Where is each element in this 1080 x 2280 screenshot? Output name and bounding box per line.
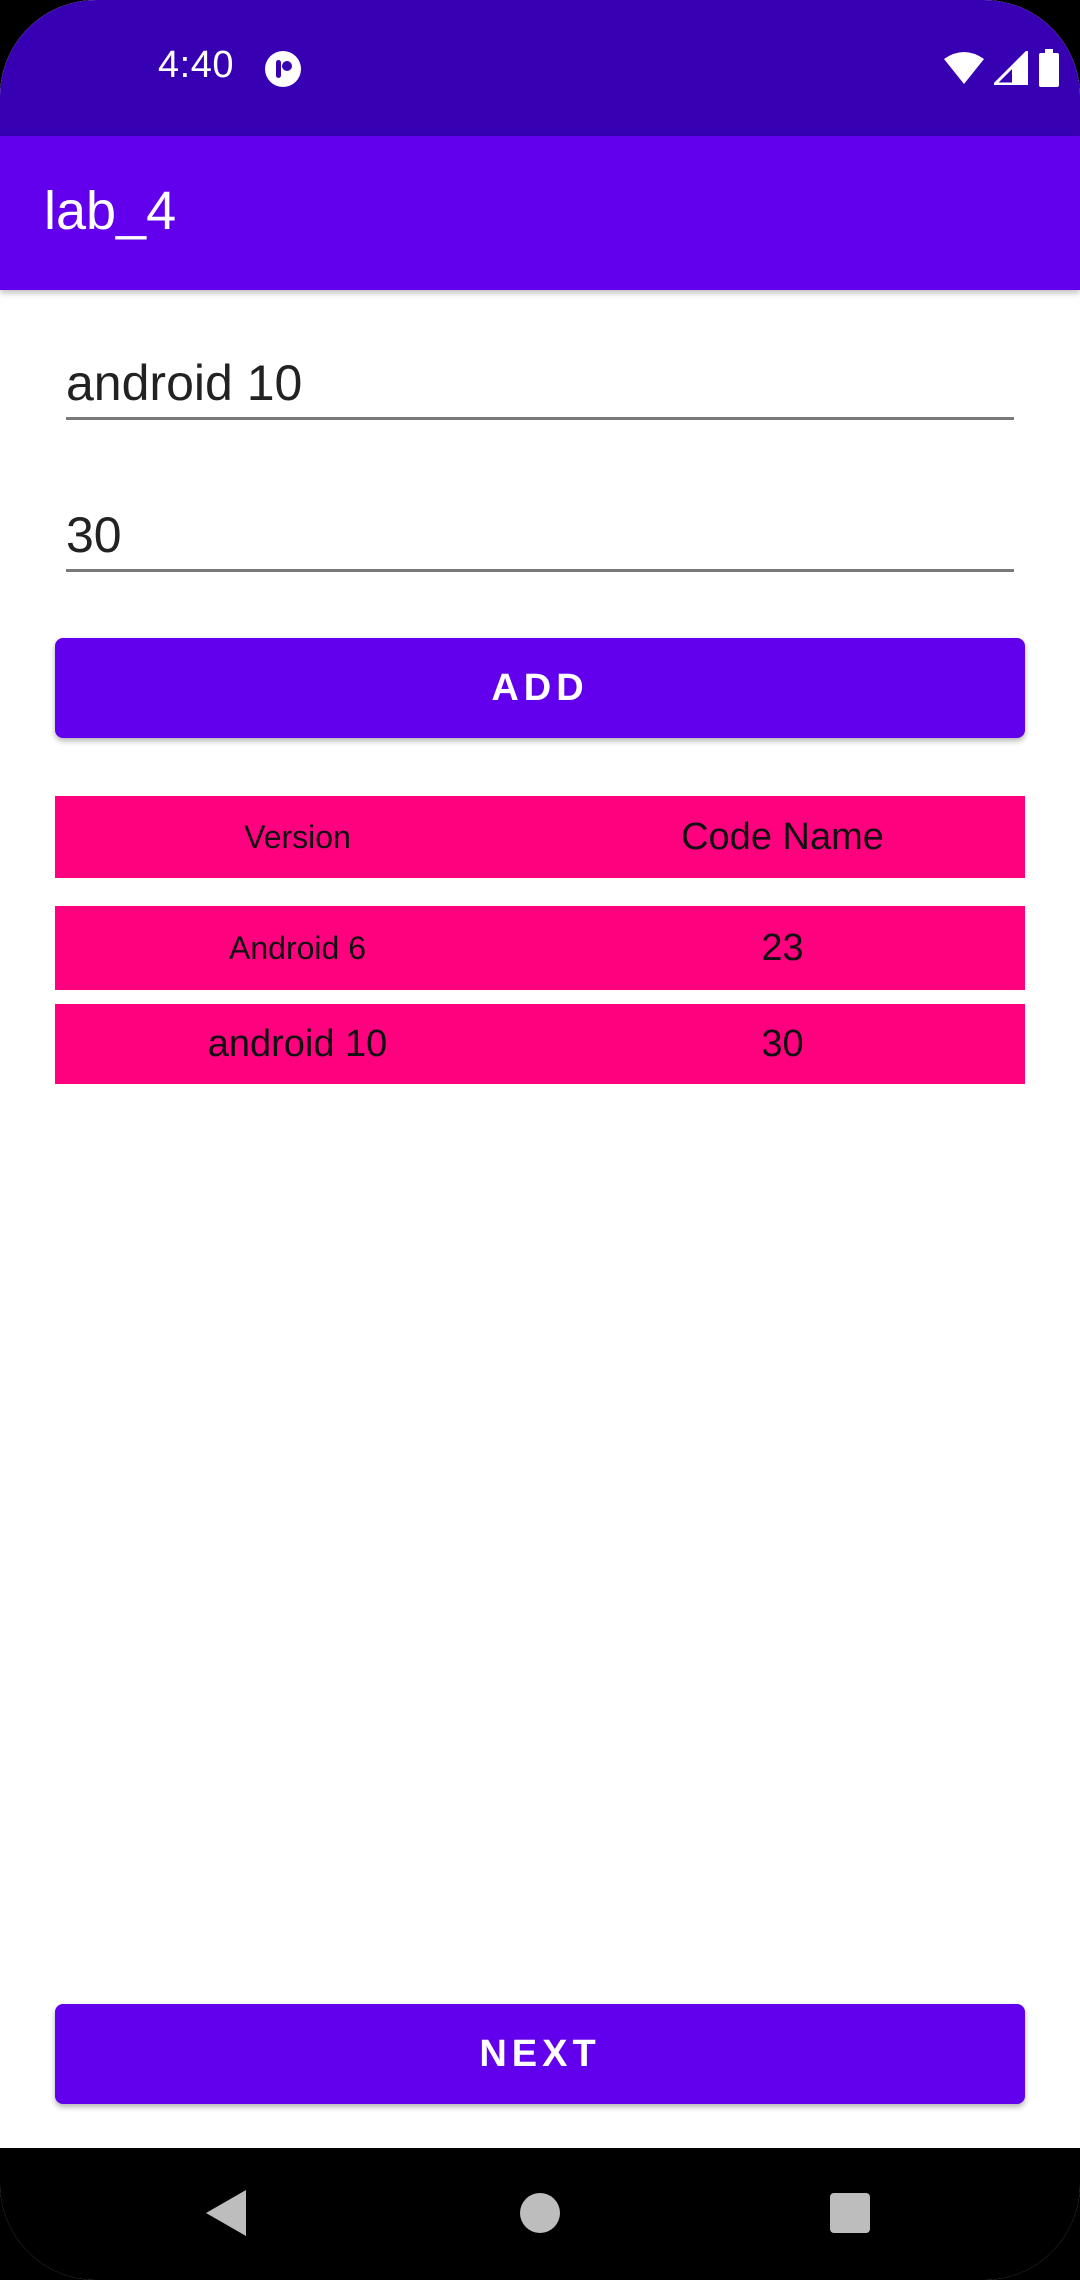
row-code: 30 [761,1022,804,1065]
header-version: Version [244,818,351,855]
row-code: 23 [761,926,804,969]
table-row: android 10 30 [55,1004,1025,1084]
version-field[interactable] [66,330,1014,420]
back-icon[interactable] [204,2188,248,2238]
status-bar: 4:40 [0,0,1080,136]
version-input[interactable] [66,330,1014,417]
header-code-name: Code Name [681,815,884,858]
signal-icon [994,51,1028,85]
add-button[interactable]: ADD [55,638,1025,738]
status-time: 4:40 [158,44,234,86]
notification-icon [265,51,301,87]
home-icon[interactable] [518,2188,562,2238]
table-row: Android 6 23 [55,906,1025,990]
table-header-row: Version Code Name [55,796,1025,878]
navigation-bar [0,2148,1080,2280]
code-input[interactable] [66,482,1014,569]
recents-icon[interactable] [828,2188,872,2238]
app-bar: lab_4 [0,136,1080,290]
battery-icon [1039,49,1059,87]
row-version: Android 6 [229,929,366,966]
phone-screen: 4:40 lab_4 ADD Version [0,0,1080,2280]
wifi-icon [944,52,984,84]
next-button[interactable]: NEXT [55,2004,1025,2104]
row-version: android 10 [207,1022,388,1065]
app-title: lab_4 [44,181,177,241]
code-field[interactable] [66,482,1014,572]
status-icons [944,48,1060,88]
